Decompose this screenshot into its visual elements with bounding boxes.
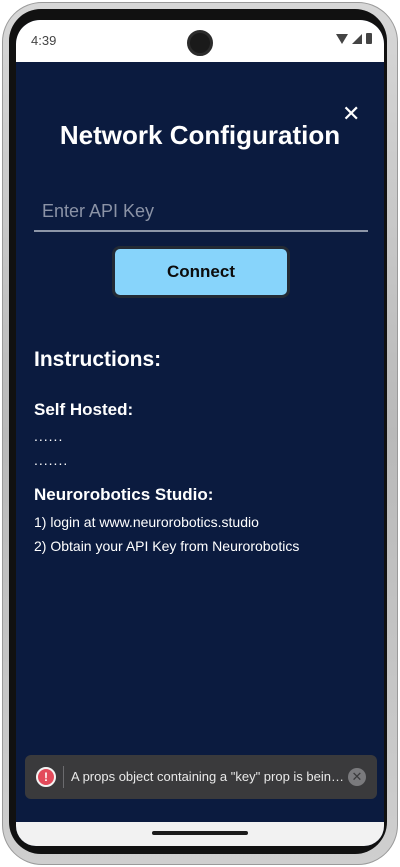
device-screen: 4:39 ✕ Network Configuration Connect Ins… [16,20,384,846]
api-key-input[interactable] [34,194,368,228]
instruction-step: 2) Obtain your API Key from Neurorobotic… [34,538,300,554]
network-config-screen: ✕ Network Configuration Connect Instruct… [16,62,384,846]
toast-divider [63,766,64,788]
toast-message: A props object containing a "key" prop i… [71,769,345,784]
home-indicator[interactable] [152,831,248,835]
self-hosted-line: ....... [34,452,69,468]
neurorobotics-studio-heading: Neurorobotics Studio: [34,485,214,504]
page-title: Network Configuration [59,120,341,150]
wifi-icon [336,33,348,44]
connect-button[interactable]: Connect [112,246,290,298]
error-icon: ! [36,767,56,787]
signal-icon [352,33,362,44]
status-time: 4:39 [31,33,57,48]
self-hosted-line: ...... [34,428,64,444]
status-icons [336,33,372,44]
status-bar: 4:39 [16,20,384,62]
battery-icon [366,33,372,44]
self-hosted-heading: Self Hosted: [34,400,134,419]
instructions-heading: Instructions: [34,348,162,371]
toast-close-icon[interactable]: ✕ [348,768,366,786]
error-toast[interactable]: ! A props object containing a "key" prop… [25,755,377,799]
camera-cutout [187,30,213,56]
instruction-step: 1) login at www.neurorobotics.studio [34,514,259,530]
system-nav-bar [16,822,384,846]
api-key-field [34,194,368,232]
